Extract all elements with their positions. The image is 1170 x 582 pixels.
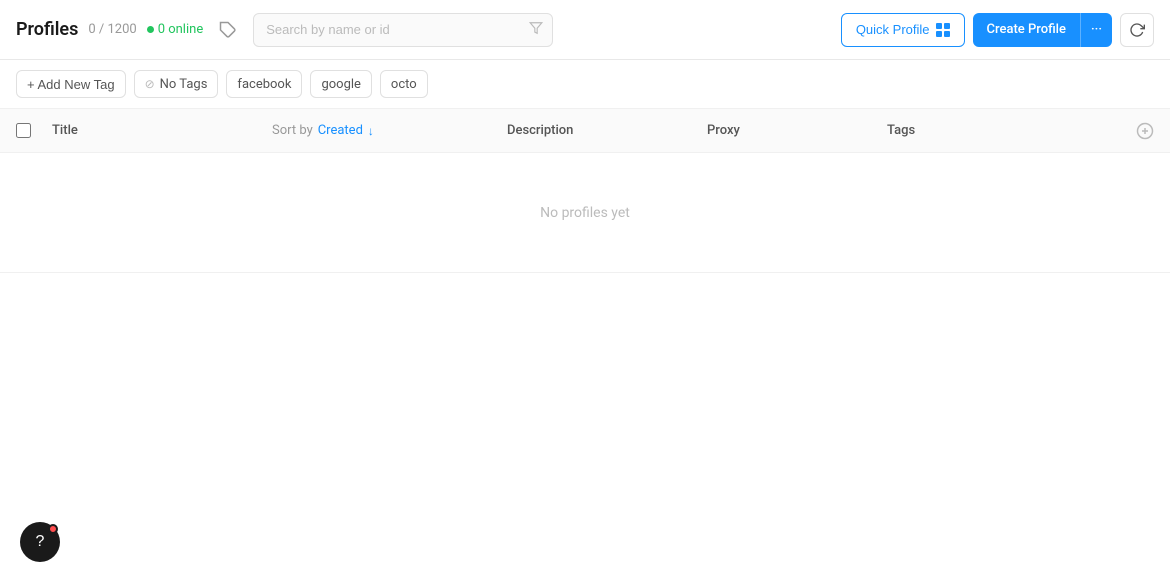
help-icon: ?	[36, 533, 45, 551]
tags-row: + Add New Tag ⊘ No Tags facebook google …	[0, 60, 1170, 109]
add-column-icon	[1136, 122, 1154, 140]
tag-chip-octo[interactable]: octo	[380, 70, 428, 98]
filter-icon[interactable]	[529, 21, 543, 39]
sort-arrow-icon[interactable]: ↓	[368, 124, 374, 138]
col-proxy-label: Proxy	[707, 123, 740, 138]
online-badge: 0 online	[147, 22, 204, 37]
search-input[interactable]	[253, 13, 553, 47]
tag-chip-facebook[interactable]: facebook	[226, 70, 302, 98]
add-column-button[interactable]	[1136, 122, 1154, 140]
online-dot	[147, 26, 154, 33]
col-description-label: Description	[507, 123, 573, 138]
help-button[interactable]: ?	[20, 522, 60, 562]
tag-icon	[219, 21, 237, 39]
create-profile-label: Create Profile	[973, 13, 1080, 47]
refresh-icon	[1129, 22, 1145, 38]
main-header: Profiles 0 / 1200 0 online Quick Profile	[0, 0, 1170, 60]
create-profile-more-button[interactable]: ···	[1080, 13, 1112, 47]
col-tags-label: Tags	[887, 123, 915, 138]
tag-label-octo: octo	[391, 77, 417, 92]
tag-chip-no-tags[interactable]: ⊘ No Tags	[134, 70, 219, 98]
select-all-checkbox[interactable]	[16, 123, 31, 138]
col-tags-header: Tags	[887, 123, 1122, 138]
quick-profile-button[interactable]: Quick Profile	[841, 13, 965, 47]
tag-chip-google[interactable]: google	[310, 70, 371, 98]
table-container: Title Sort by Created ↓ Description Prox…	[0, 109, 1170, 273]
windows-icon	[936, 23, 950, 37]
empty-state: No profiles yet	[0, 153, 1170, 273]
online-count-label: 0 online	[158, 22, 204, 37]
quick-profile-label: Quick Profile	[856, 22, 930, 37]
tag-label-no-tags: No Tags	[160, 77, 208, 92]
search-container	[253, 13, 553, 47]
create-profile-button[interactable]: Create Profile ···	[973, 13, 1112, 47]
add-new-tag-button[interactable]: + Add New Tag	[16, 70, 126, 98]
no-tag-icon: ⊘	[145, 77, 155, 91]
refresh-button[interactable]	[1120, 13, 1154, 47]
col-title-label: Title	[52, 123, 78, 138]
sort-field-link[interactable]: Created	[318, 123, 363, 138]
col-description-header: Description	[507, 123, 707, 138]
add-tag-label: + Add New Tag	[27, 77, 115, 92]
table-header: Title Sort by Created ↓ Description Prox…	[0, 109, 1170, 153]
header-actions: Quick Profile Create Profile ···	[841, 13, 1154, 47]
page-title: Profiles	[16, 19, 78, 40]
tag-label-facebook: facebook	[237, 77, 291, 92]
sort-prefix: Sort by	[272, 123, 313, 138]
header-left: Profiles 0 / 1200 0 online	[16, 19, 203, 40]
empty-message: No profiles yet	[540, 205, 630, 221]
help-notification-dot	[48, 524, 58, 534]
profile-count: 0 / 1200	[88, 22, 136, 37]
tag-label-google: google	[321, 77, 360, 92]
tag-icon-button[interactable]	[215, 17, 241, 43]
header-checkbox-col	[16, 123, 52, 138]
col-title-header: Title	[52, 123, 272, 138]
col-proxy-header: Proxy	[707, 123, 887, 138]
col-add-header	[1122, 122, 1154, 140]
col-sort-header: Sort by Created ↓	[272, 123, 507, 138]
